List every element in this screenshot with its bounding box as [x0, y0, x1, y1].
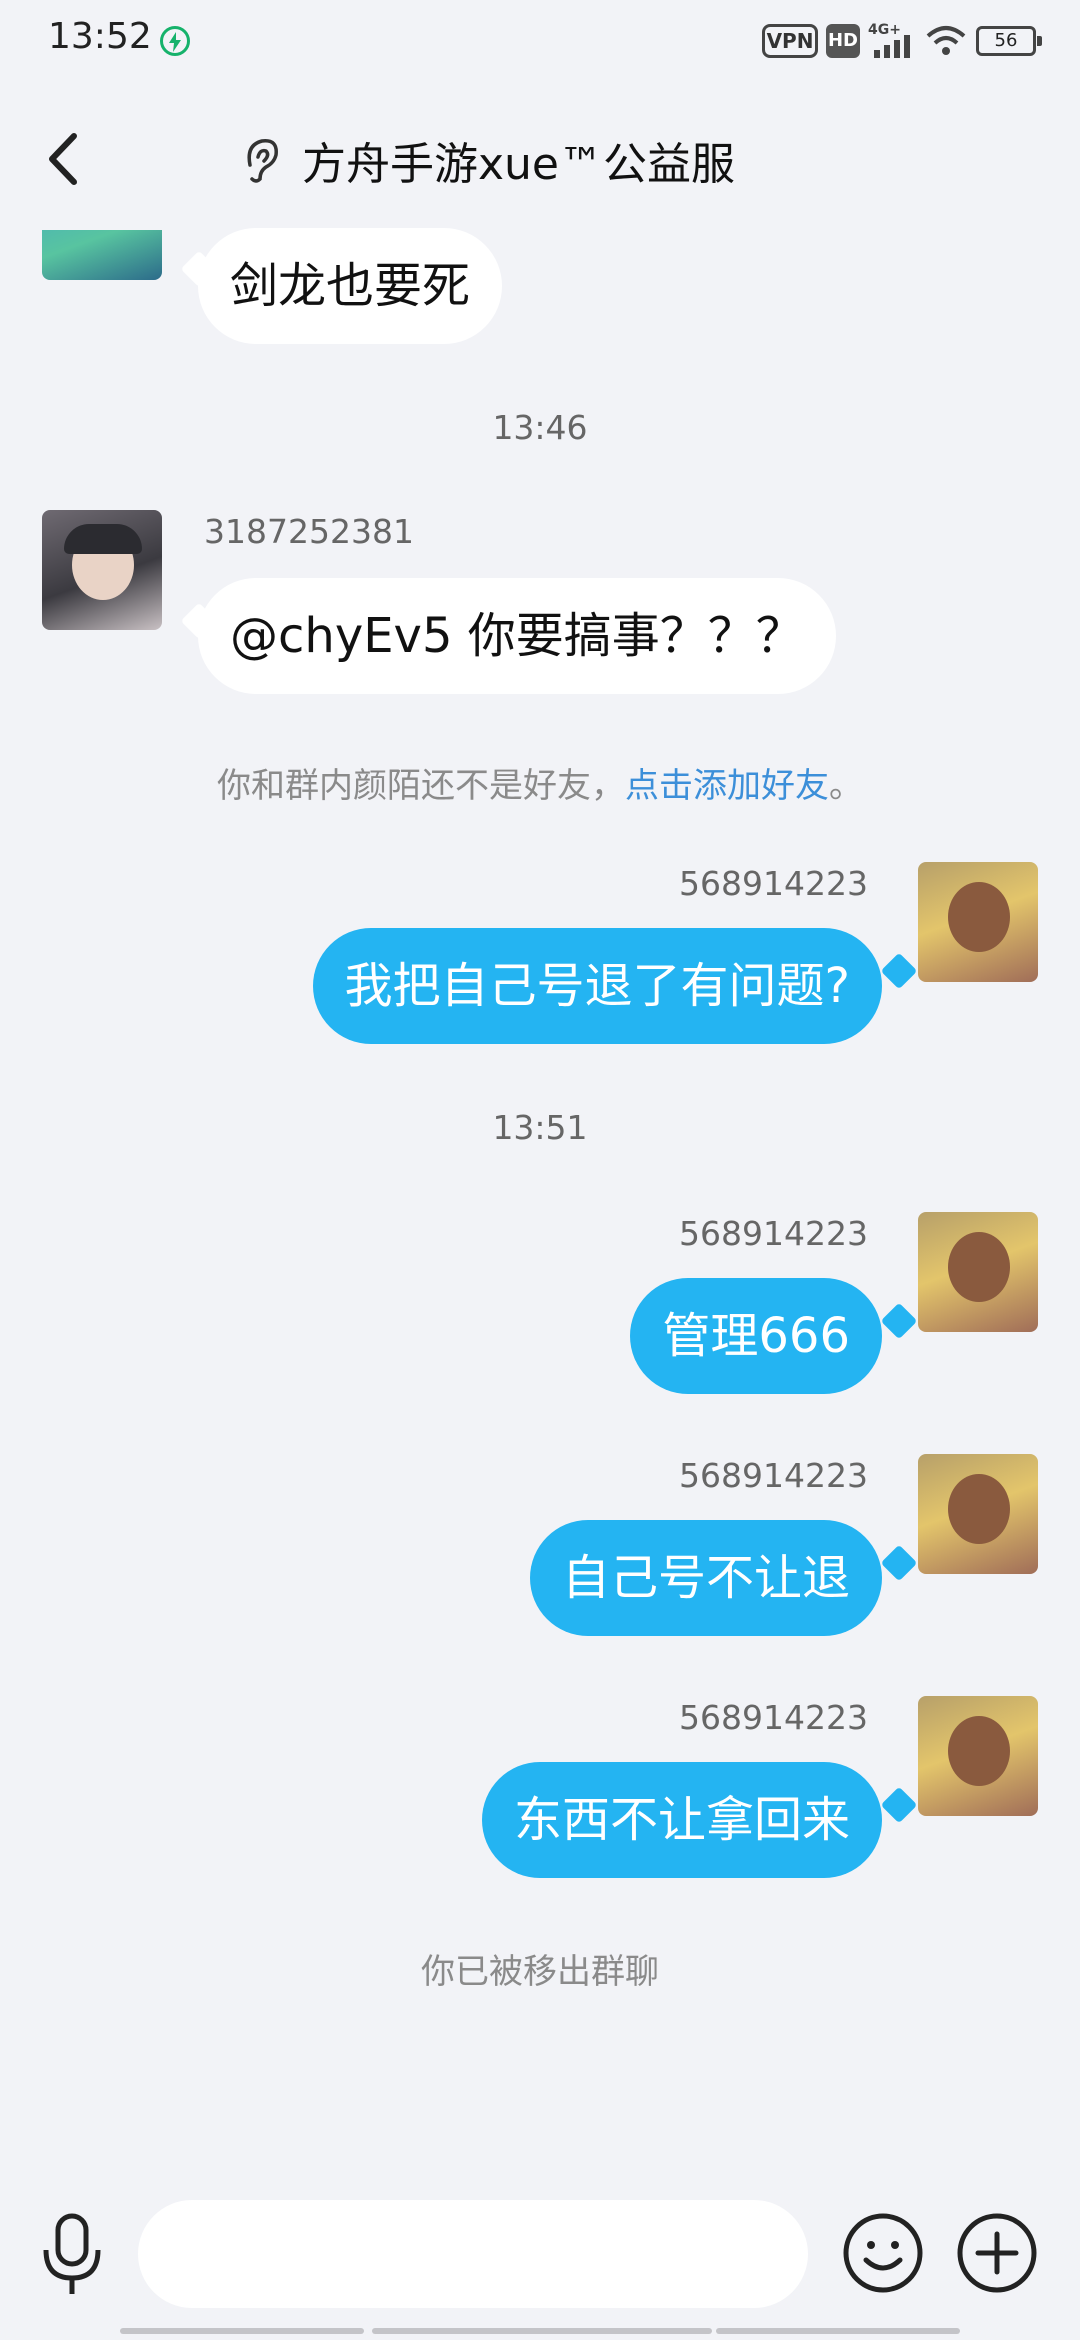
- sender-name[interactable]: 568914223: [679, 1698, 868, 1737]
- notice-end: 。: [829, 766, 863, 806]
- avatar[interactable]: [42, 510, 162, 630]
- emoji-button[interactable]: [842, 2212, 924, 2294]
- message-bubble[interactable]: @chyEv5 你要搞事？？？: [198, 578, 836, 694]
- back-button[interactable]: [30, 124, 100, 194]
- hd-badge: HD: [826, 24, 860, 58]
- message-input[interactable]: [138, 2200, 808, 2308]
- avatar-cap: [64, 524, 142, 554]
- notice-text: 你和群内颜陌还不是好友，: [217, 766, 625, 806]
- chevron-left-icon: [49, 133, 77, 185]
- network-type: 4G+: [868, 22, 901, 38]
- vpn-badge: VPN: [762, 24, 818, 58]
- voice-button[interactable]: [36, 2210, 108, 2298]
- nav-hint-bar: [716, 2328, 960, 2334]
- message-bubble[interactable]: 自己号不让退: [529, 1520, 882, 1636]
- ear-mode-icon: [247, 139, 278, 183]
- wifi-icon: [926, 24, 966, 62]
- microphone-icon: [43, 2213, 101, 2294]
- sender-name[interactable]: 3187252381: [204, 512, 414, 551]
- nav-hint-bar: [372, 2328, 712, 2334]
- sender-name[interactable]: 568914223: [679, 864, 868, 903]
- avatar[interactable]: [918, 1696, 1038, 1816]
- avatar-face: [948, 1474, 1010, 1544]
- plus-icon: [957, 2213, 1037, 2293]
- timestamp-separator: 13:51: [492, 1108, 588, 1147]
- add-friend-link[interactable]: 点击添加好友: [625, 766, 829, 806]
- avatar[interactable]: [918, 862, 1038, 982]
- add-friend-notice: 你和群内颜陌还不是好友，点击添加好友。: [0, 758, 1080, 807]
- sender-name[interactable]: 568914223: [679, 1214, 868, 1253]
- nav-hint-bar: [120, 2328, 364, 2334]
- avatar[interactable]: [918, 1454, 1038, 1574]
- message-bubble[interactable]: 我把自己号退了有问题?: [312, 928, 882, 1044]
- message-bubble[interactable]: 剑龙也要死: [198, 228, 503, 344]
- timestamp-separator: 13:46: [492, 408, 588, 447]
- emoji-icon: [843, 2213, 923, 2293]
- avatar-face: [948, 882, 1010, 952]
- avatar-face: [948, 1232, 1010, 1302]
- bubble-tail: [880, 952, 918, 990]
- chat-title[interactable]: 方舟手游xue™公益服: [240, 128, 735, 192]
- avatar-face: [948, 1716, 1010, 1786]
- status-bar: 13:52 VPN HD 4G+ 56: [0, 0, 1080, 84]
- sender-name[interactable]: 568914223: [679, 1456, 868, 1495]
- group-name: 方舟手游xue™公益服: [302, 139, 735, 190]
- bubble-tail: [880, 1544, 918, 1582]
- status-time: 13:52: [48, 16, 152, 57]
- message-bubble[interactable]: 管理666: [630, 1278, 882, 1394]
- bubble-tail: [880, 1786, 918, 1824]
- bubble-tail: [880, 1302, 918, 1340]
- battery-icon: 56: [976, 26, 1042, 56]
- avatar[interactable]: [918, 1212, 1038, 1332]
- cellular-signal-icon: 4G+: [868, 20, 918, 64]
- message-bubble[interactable]: 东西不让拿回来: [481, 1762, 882, 1878]
- charging-icon: [160, 26, 190, 56]
- removed-from-group-notice: 你已被移出群聊: [421, 1952, 659, 1992]
- more-button[interactable]: [956, 2212, 1038, 2294]
- chat-header: 方舟手游xue™公益服: [0, 110, 1080, 210]
